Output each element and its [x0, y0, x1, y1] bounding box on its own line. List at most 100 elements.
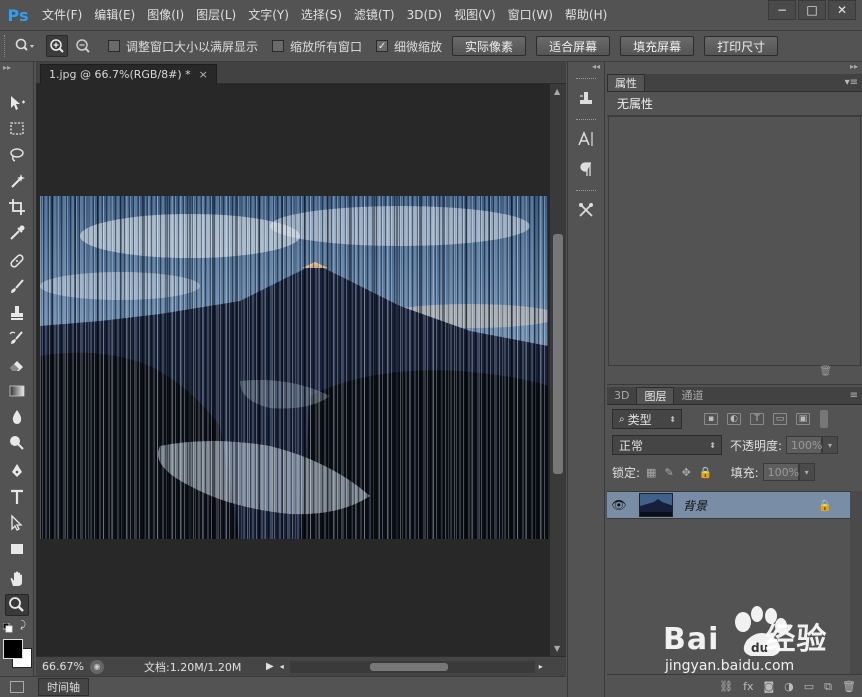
close-button[interactable]: ✕ — [828, 0, 856, 20]
pen-tool-icon[interactable] — [5, 460, 29, 482]
dock-collapse-icon[interactable]: ◂◂ — [568, 62, 604, 74]
gradient-tool-icon[interactable] — [5, 380, 29, 402]
brush-tool-icon[interactable] — [5, 276, 29, 298]
history-panel-icon[interactable] — [572, 87, 600, 109]
filter-smart-object-icon[interactable]: ▣ — [796, 413, 810, 425]
zoom-in-icon[interactable] — [46, 35, 68, 57]
vertical-scroll-thumb[interactable] — [553, 234, 563, 474]
menu-file[interactable]: 文件(F) — [36, 0, 88, 30]
fill-dropdown-icon[interactable]: ▾ — [798, 463, 815, 481]
filter-kind-select[interactable]: ⌕ 类型 ⬍ — [612, 409, 682, 429]
minimize-button[interactable]: − — [768, 0, 796, 20]
horizontal-scroll-thumb[interactable] — [369, 662, 448, 671]
healing-brush-tool-icon[interactable] — [5, 250, 29, 272]
menu-filter[interactable]: 滤镜(T) — [348, 0, 401, 30]
tab-layers[interactable]: 图层 — [636, 387, 675, 404]
vertical-scrollbar[interactable]: ▲ ▼ — [550, 84, 566, 656]
path-selection-tool-icon[interactable] — [5, 512, 29, 534]
opacity-field[interactable]: 100% — [786, 436, 823, 454]
layer-lock-icon[interactable]: 🔒 — [818, 499, 832, 512]
filter-toggle[interactable] — [820, 410, 828, 428]
tab-3d[interactable]: 3D — [607, 387, 636, 404]
scrubby-zoom-box[interactable]: ✓ — [376, 40, 389, 52]
status-info-icon[interactable]: ◉ — [90, 659, 104, 674]
menu-edit[interactable]: 编辑(E) — [88, 0, 141, 30]
magic-wand-tool-icon[interactable] — [5, 170, 29, 192]
scroll-left-icon[interactable]: ◂ — [280, 662, 284, 671]
fx-icon[interactable]: fx — [743, 680, 753, 693]
lock-image-icon[interactable]: ✎ — [664, 466, 673, 479]
fill-screen-button[interactable]: 填充屏幕 — [620, 36, 695, 56]
filter-type-icon[interactable]: T — [750, 413, 764, 425]
scrubby-zoom-checkbox[interactable]: ✓ 细微缩放 — [376, 38, 442, 55]
eyedropper-tool-icon[interactable] — [5, 222, 29, 244]
crop-tool-icon[interactable] — [5, 196, 29, 218]
dodge-tool-icon[interactable] — [5, 432, 29, 454]
zoom-tool-icon[interactable] — [5, 594, 29, 616]
trash-icon[interactable]: 🗑 — [842, 680, 856, 693]
dock-grip-2[interactable] — [576, 119, 596, 120]
clone-stamp-tool-icon[interactable] — [5, 302, 29, 324]
group-icon[interactable]: ▭ — [804, 680, 814, 693]
tools-collapse-icon[interactable]: ▸▸ — [0, 62, 33, 74]
default-colors-icon[interactable] — [2, 622, 13, 633]
close-tab-icon[interactable]: × — [199, 68, 208, 81]
mask-icon[interactable]: ◙ — [763, 680, 774, 693]
menu-layer[interactable]: 图层(L) — [190, 0, 242, 30]
dock-grip[interactable] — [576, 78, 596, 79]
fit-screen-button[interactable]: 适合屏幕 — [536, 36, 611, 56]
eraser-tool-icon[interactable] — [5, 354, 29, 376]
menu-type[interactable]: 文字(Y) — [242, 0, 295, 30]
timeline-tab[interactable]: 时间轴 — [38, 678, 89, 696]
tool-presets-panel-icon[interactable] — [572, 199, 600, 221]
menu-help[interactable]: 帮助(H) — [559, 0, 613, 30]
paragraph-panel-icon[interactable] — [572, 158, 600, 180]
timeline-panel-icon[interactable] — [10, 681, 24, 693]
fill-field[interactable]: 100% — [762, 463, 799, 481]
zoom-all-checkbox[interactable]: 缩放所有窗口 — [272, 38, 362, 55]
maximize-button[interactable]: □ — [798, 0, 826, 20]
adjustment-icon[interactable]: ◑ — [784, 680, 794, 693]
layers-menu-icon[interactable]: ≡ — [850, 390, 858, 401]
actual-pixels-button[interactable]: 实际像素 — [452, 36, 527, 56]
document-tab[interactable]: 1.jpg @ 66.7%(RGB/8#) * × — [40, 64, 217, 84]
canvas-image[interactable] — [40, 196, 548, 539]
lock-transparent-icon[interactable]: ▦ — [646, 466, 656, 479]
zoom-out-icon[interactable] — [72, 35, 94, 57]
tab-channels[interactable]: 通道 — [674, 387, 710, 404]
lock-position-icon[interactable]: ✥ — [682, 466, 691, 479]
character-panel-icon[interactable] — [572, 128, 600, 150]
opacity-dropdown-icon[interactable]: ▾ — [822, 436, 839, 454]
tab-properties[interactable]: 属性 — [607, 74, 645, 91]
blend-mode-select[interactable]: 正常 ⬍ — [612, 435, 722, 455]
options-grip[interactable] — [4, 35, 10, 57]
menu-3d[interactable]: 3D(D) — [401, 0, 448, 30]
properties-collapse-icon[interactable]: ▸▸ — [607, 62, 862, 74]
lasso-tool-icon[interactable] — [5, 144, 29, 166]
status-menu-arrow-icon[interactable]: ▶ — [266, 661, 274, 672]
link-icon[interactable]: ⛓ — [719, 680, 733, 693]
scroll-up-icon[interactable]: ▲ — [554, 87, 560, 96]
layer-item-background[interactable]: 👁 背景 🔒 — [607, 491, 850, 519]
zoom-tool-preset-icon[interactable] — [14, 35, 36, 57]
marquee-tool-icon[interactable] — [5, 118, 29, 140]
menu-view[interactable]: 视图(V) — [448, 0, 502, 30]
zoom-level[interactable]: 66.67% — [36, 660, 86, 673]
swap-colors-icon[interactable]: ⤸ — [20, 620, 26, 631]
scroll-right-icon[interactable]: ▸ — [539, 662, 543, 671]
foreground-color-swatch[interactable] — [3, 639, 23, 659]
layer-visibility-eye-icon[interactable]: 👁 — [607, 498, 631, 512]
type-tool-icon[interactable] — [5, 486, 29, 508]
menu-window[interactable]: 窗口(W) — [502, 0, 559, 30]
resize-windows-box[interactable] — [108, 40, 120, 52]
layer-name[interactable]: 背景 — [683, 497, 707, 514]
horizontal-scrollbar[interactable] — [289, 660, 535, 673]
lock-all-icon[interactable]: 🔒 — [699, 466, 713, 479]
properties-trash-icon[interactable]: 🗑 — [819, 366, 832, 382]
properties-menu-icon[interactable]: ▾≡ — [845, 77, 858, 88]
filter-pixel-icon[interactable]: ▪ — [704, 413, 718, 425]
hand-tool-icon[interactable] — [5, 568, 29, 590]
new-layer-icon[interactable]: ⧉ — [824, 680, 832, 694]
resize-windows-checkbox[interactable]: 调整窗口大小以满屏显示 — [108, 38, 258, 55]
scroll-down-icon[interactable]: ▼ — [554, 644, 560, 653]
